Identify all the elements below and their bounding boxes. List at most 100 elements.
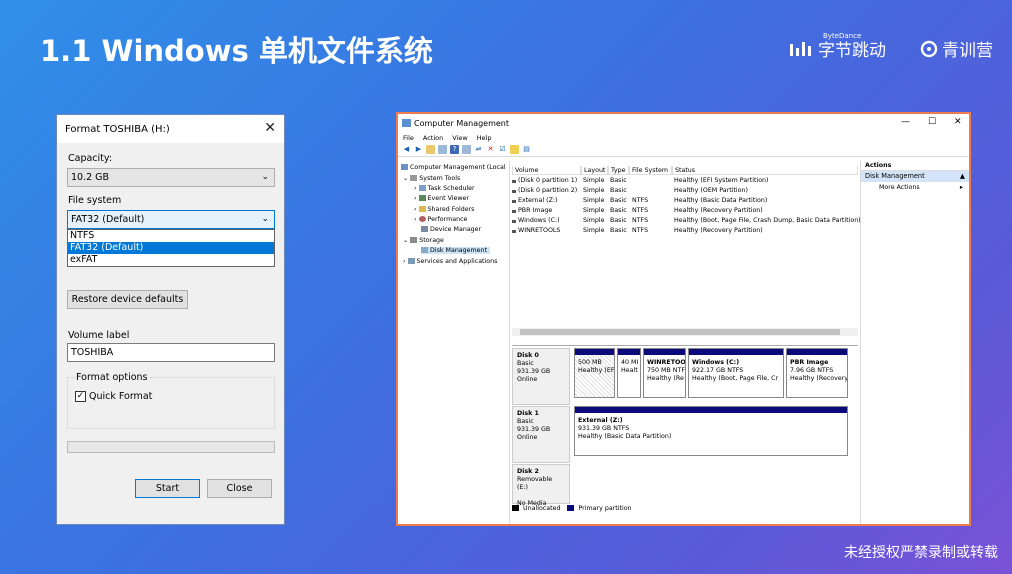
disk0-partition[interactable]: 500 MB Healthy (EF <box>574 348 615 398</box>
disk2-label[interactable]: Disk 2 Removable (E:) No Media <box>512 464 570 507</box>
scroll-thumb[interactable] <box>520 329 840 335</box>
tree-item-event-viewer[interactable]: › Event Viewer <box>414 195 469 202</box>
submenu-arrow-icon: ▸ <box>959 184 963 191</box>
table-cell: Healthy (Recovery Partition) <box>674 227 763 234</box>
volume-icon <box>512 210 516 213</box>
search-icon[interactable] <box>510 145 519 154</box>
table-row[interactable]: PBR Image Simple Basic NTFS Healthy (Recover… <box>512 207 858 217</box>
bytedance-logo: 字节跳动 <box>788 36 886 61</box>
disk0-state: Online <box>517 376 538 383</box>
tree-item-system-tools[interactable]: ⌄ System Tools <box>403 175 460 182</box>
column-header-filesystem[interactable]: File System <box>629 166 672 175</box>
column-header-type[interactable]: Type <box>608 166 629 175</box>
partition-line: Healthy (Recovery <box>790 375 848 382</box>
partition-line: 750 MB NTF <box>647 367 685 374</box>
properties-icon[interactable] <box>462 145 471 154</box>
minimize-icon[interactable]: — <box>901 117 910 127</box>
back-arrow-icon[interactable]: ◀ <box>402 145 411 154</box>
menu-help[interactable]: Help <box>477 134 492 142</box>
table-cell: Healthy (Recovery Partition) <box>674 207 763 214</box>
format-progress-bar <box>67 441 275 453</box>
table-row[interactable]: (Disk 0 partition 1) Simple Basic Healthy (… <box>512 177 858 187</box>
show-hide-tree-icon[interactable] <box>438 145 447 154</box>
table-cell: Simple <box>583 197 605 204</box>
filesystem-option[interactable]: NTFS <box>68 230 274 242</box>
filesystem-value: FAT32 (Default) <box>71 214 145 225</box>
table-cell: Healthy (OEM Partition) <box>674 187 748 194</box>
check-icon[interactable]: ☑ <box>498 145 507 154</box>
new-icon[interactable]: ▤ <box>522 145 531 154</box>
volume-icon <box>512 230 516 233</box>
filesystem-option[interactable]: FAT32 (Default) <box>68 242 274 254</box>
table-cell: Basic <box>610 217 627 224</box>
volume-label-input[interactable]: TOSHIBA <box>67 343 275 362</box>
partition-line: External (Z:) <box>578 417 623 424</box>
disk0-partition[interactable]: WINRETOO 750 MB NTF Healthy (Re <box>643 348 686 398</box>
disk0-partition[interactable]: PBR Image 7.96 GB NTFS Healthy (Recovery <box>786 348 848 398</box>
close-button[interactable]: Close <box>207 479 272 498</box>
connect-icon[interactable]: ⇌ <box>474 145 483 154</box>
table-row[interactable]: (Disk 0 partition 2) Simple Basic Healthy (… <box>512 187 858 197</box>
partition-line: 40 MI <box>621 359 639 366</box>
tree-item-services[interactable]: › Services and Applications <box>403 258 497 265</box>
table-row[interactable]: WINRETOOLS Simple Basic NTFS Healthy (Recove… <box>512 227 858 237</box>
tree-item-device-manager[interactable]: Device Manager <box>421 226 481 233</box>
menu-view[interactable]: View <box>452 134 467 142</box>
actions-pane: Actions Disk Management ▲ More Actions ▸ <box>860 161 969 524</box>
disk0-partition[interactable]: Windows (C:) 922.17 GB NTFS Healthy (Boot,… <box>688 348 784 398</box>
disk1-name: Disk 1 <box>517 410 539 417</box>
close-icon[interactable]: ✕ <box>264 120 276 136</box>
performance-icon <box>418 216 426 222</box>
brand2-text: 青训营 <box>942 41 993 61</box>
table-cell: External (Z:) <box>518 197 558 204</box>
quick-format-checkbox[interactable]: ✓ Quick Format <box>75 391 152 402</box>
disk0-label[interactable]: Disk 0 Basic 931.39 GB Online <box>512 348 570 405</box>
tree-item-root[interactable]: Computer Management (Local <box>401 164 506 171</box>
table-row[interactable]: External (Z:) Simple Basic NTFS Healthy (Bas… <box>512 197 858 207</box>
start-button[interactable]: Start <box>135 479 200 498</box>
partition-line: Healthy (Re <box>647 375 684 382</box>
column-header-layout[interactable]: Layout <box>581 166 608 175</box>
filesystem-select[interactable]: FAT32 (Default) ⌄ <box>67 210 275 229</box>
disk-legend: Unallocated Primary partition <box>512 503 632 513</box>
tree-item-performance[interactable]: › Performance <box>414 216 467 223</box>
table-cell: Basic <box>610 207 627 214</box>
format-dialog-title: Format TOSHIBA (H:) <box>57 115 284 143</box>
more-actions-item[interactable]: More Actions ▸ <box>861 182 969 194</box>
horizontal-scrollbar[interactable] <box>512 328 858 336</box>
column-header-status[interactable]: Status <box>672 166 858 175</box>
table-cell: Basic <box>610 197 627 204</box>
tree-item-disk-management[interactable]: Disk Management <box>421 247 491 254</box>
filesystem-option[interactable]: exFAT <box>68 254 274 266</box>
capacity-select[interactable]: 10.2 GB ⌄ <box>67 168 275 187</box>
column-header-volume[interactable]: Volume <box>512 166 581 175</box>
disk1-partition[interactable]: External (Z:) 931.39 GB NTFS Healthy (Basi… <box>574 406 848 456</box>
disk1-label[interactable]: Disk 1 Basic 931.39 GB Online <box>512 406 570 463</box>
table-cell: Windows (C:) <box>518 217 560 224</box>
restore-defaults-button[interactable]: Restore device defaults <box>67 290 188 309</box>
table-cell: Simple <box>583 177 605 184</box>
delete-icon[interactable]: ✕ <box>486 145 495 154</box>
tree-item-task-scheduler[interactable]: › Task Scheduler <box>414 185 475 192</box>
table-cell: Basic <box>610 187 627 194</box>
menu-action[interactable]: Action <box>423 134 443 142</box>
help-icon[interactable]: ? <box>450 145 459 154</box>
folder-up-icon[interactable] <box>426 145 435 154</box>
actions-section-disk-management[interactable]: Disk Management ▲ <box>861 171 969 182</box>
close-icon[interactable]: ✕ <box>954 117 962 127</box>
table-cell: (Disk 0 partition 1) <box>518 177 578 184</box>
menu-file[interactable]: File <box>403 134 414 142</box>
format-dialog: Format TOSHIBA (H:) ✕ Capacity: 10.2 GB ⌄… <box>56 114 285 525</box>
collapse-icon: ▲ <box>959 172 965 180</box>
disk2-type: Removable (E:) <box>517 476 553 491</box>
maximize-icon[interactable]: ☐ <box>928 117 936 127</box>
partition-line: WINRETOO <box>647 359 686 366</box>
cm-titlebar: Computer Management — ☐ ✕ <box>398 114 969 132</box>
tree-item-storage[interactable]: ⌄ Storage <box>403 237 444 244</box>
partition-line: Healt <box>621 367 638 374</box>
forward-arrow-icon[interactable]: ▶ <box>414 145 423 154</box>
disk0-partition[interactable]: 40 MI Healt <box>617 348 641 398</box>
tree-item-shared-folders[interactable]: › Shared Folders <box>414 206 474 213</box>
table-row[interactable]: Windows (C:) Simple Basic NTFS Healthy (Boot… <box>512 217 861 227</box>
partition-line: 500 MB <box>578 359 602 366</box>
